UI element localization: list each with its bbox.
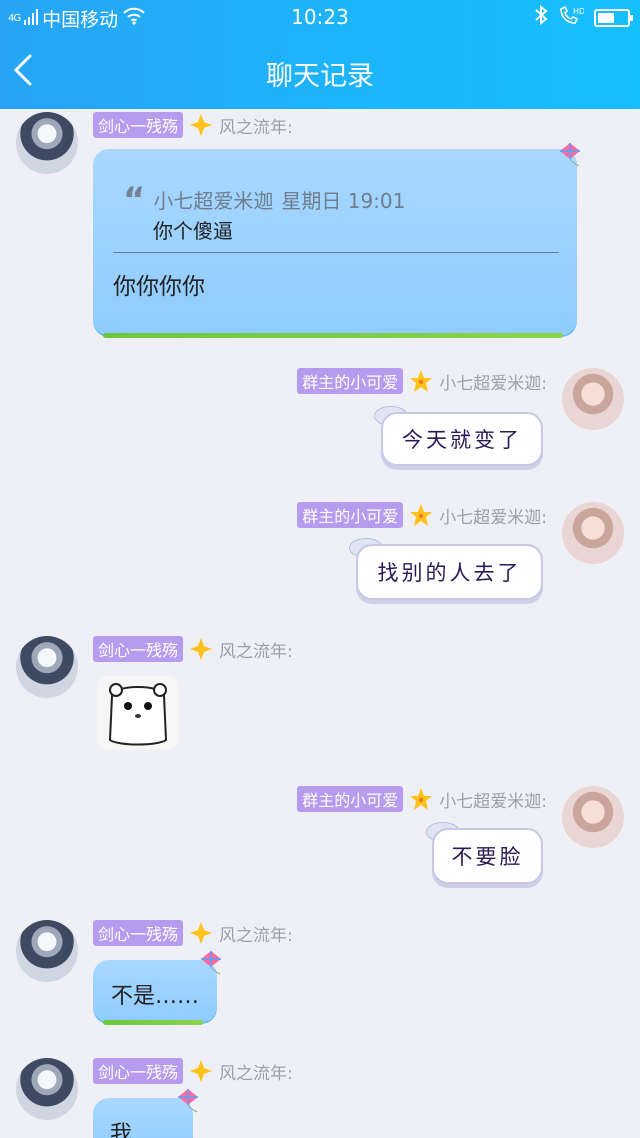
quote-header: “ 小七超爱米迦 星期日 19:01 — [123, 179, 406, 220]
message-bubble[interactable]: 今天就变了 — [381, 412, 543, 466]
bear-sticker-icon — [108, 683, 168, 746]
page-title: 聊天记录 — [266, 61, 374, 92]
title-badge: 剑心一残殇 — [93, 920, 184, 946]
message-text: 今天就变了 — [402, 428, 522, 452]
message-row: 群主的小可爱 小七超爱米迦: 今天就变了 — [0, 368, 640, 478]
message-bubble[interactable]: 找别的人去了 — [356, 544, 543, 600]
kite-icon — [201, 951, 221, 975]
message-row: 剑心一残殇 风之流年: 我…… — [0, 1058, 640, 1138]
sender-name: 风之流年: — [219, 1063, 293, 1084]
sender-name: 小七超爱米迦: — [439, 507, 547, 528]
sender-name: 小七超爱米迦: — [439, 791, 547, 812]
message-text: 找别的人去了 — [377, 561, 522, 585]
battery-icon — [594, 8, 633, 27]
top-bar: 4G 中国移动 10:23 HD 聊天记录 — [0, 0, 640, 109]
avatar[interactable] — [562, 786, 624, 848]
sender-name: 小七超爱米迦: — [439, 373, 547, 394]
title-badge: 剑心一残殇 — [93, 1058, 184, 1084]
sender-name: 风之流年: — [219, 925, 293, 946]
avatar[interactable] — [16, 1058, 78, 1120]
sender-meta: 群主的小可爱 小七超爱米迦: — [297, 786, 547, 812]
quote-icon: “ — [123, 179, 146, 220]
kite-icon — [560, 143, 580, 167]
quote-divider — [113, 252, 559, 253]
sender-meta: 剑心一残殇 风之流年: — [93, 112, 293, 138]
star-icon — [410, 504, 433, 526]
sender-meta: 群主的小可爱 小七超爱米迦: — [297, 368, 547, 394]
svg-text:HD: HD — [573, 7, 584, 16]
message-row: 剑心一残殇 风之流年: 不是…… — [0, 920, 640, 1030]
message-bubble[interactable]: “ 小七超爱米迦 星期日 19:01 你个傻逼 你你你你 — [93, 149, 577, 338]
star-icon — [410, 788, 433, 810]
title-badge: 剑心一残殇 — [93, 636, 184, 662]
message-row: 剑心一残殇 风之流年: “ 小七超爱米迦 星期日 19:01 你个傻逼 你你你你 — [0, 112, 640, 342]
star-icon — [410, 370, 433, 392]
sender-name: 风之流年: — [219, 117, 293, 138]
quote-text: 你个傻逼 — [153, 219, 233, 243]
sender-meta: 群主的小可爱 小七超爱米迦: — [297, 502, 547, 528]
diamond-star-icon — [190, 1060, 213, 1082]
quote-author: 小七超爱米迦 — [153, 189, 274, 213]
avatar[interactable] — [16, 636, 78, 698]
status-right: HD — [534, 4, 633, 30]
message-text: 不是…… — [110, 984, 199, 1009]
title-badge: 剑心一残殇 — [93, 112, 184, 138]
sticker-image[interactable] — [98, 676, 178, 750]
diamond-star-icon — [190, 922, 213, 944]
message-bubble[interactable]: 不要脸 — [432, 828, 543, 884]
avatar[interactable] — [562, 368, 624, 430]
message-row: 剑心一残殇 风之流年: — [0, 636, 640, 756]
sender-name: 风之流年: — [219, 641, 293, 662]
sender-meta: 剑心一残殇 风之流年: — [93, 636, 293, 662]
status-bar: 4G 中国移动 10:23 HD — [0, 0, 640, 34]
avatar[interactable] — [562, 502, 624, 564]
bluetooth-icon — [534, 4, 548, 30]
diamond-star-icon — [190, 114, 213, 136]
avatar[interactable] — [16, 112, 78, 174]
message-text: 我…… — [109, 1122, 176, 1138]
sender-meta: 剑心一残殇 风之流年: — [93, 920, 293, 946]
avatar[interactable] — [16, 920, 78, 982]
title-badge: 群主的小可爱 — [297, 368, 404, 394]
diamond-star-icon — [190, 638, 213, 660]
title-badge: 群主的小可爱 — [297, 502, 404, 528]
message-text: 不要脸 — [451, 845, 524, 869]
message-row: 群主的小可爱 小七超爱米迦: 不要脸 — [0, 786, 640, 896]
message-text: 你你你你 — [113, 274, 205, 300]
title-badge: 群主的小可爱 — [297, 786, 404, 812]
sender-meta: 剑心一残殇 风之流年: — [93, 1058, 293, 1084]
kite-icon — [178, 1089, 198, 1113]
message-row: 群主的小可爱 小七超爱米迦: 找别的人去了 — [0, 502, 640, 612]
quote-time: 星期日 19:01 — [281, 189, 406, 213]
hd-call-icon: HD — [558, 5, 585, 30]
